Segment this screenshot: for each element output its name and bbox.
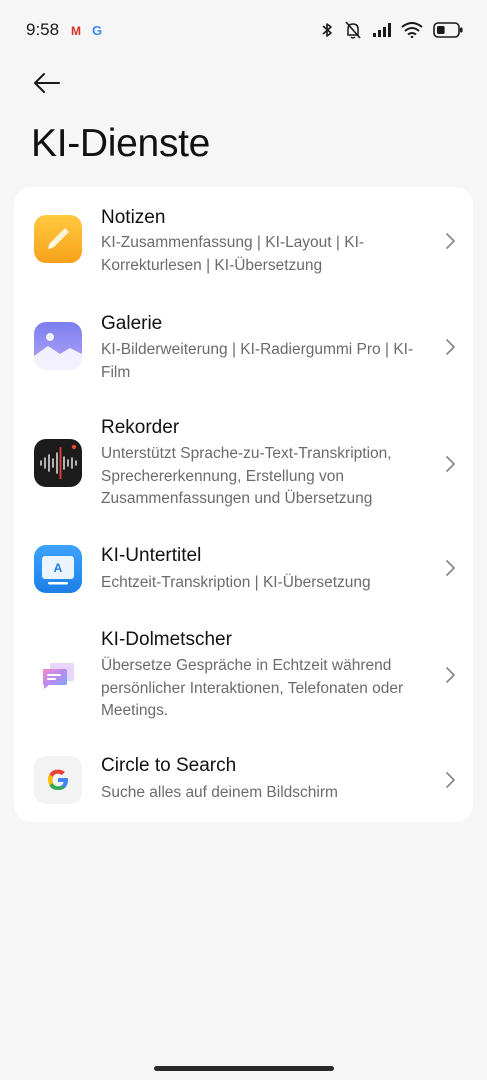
service-item-ki-dolmetscher[interactable]: KI-Dolmetscher Übersetze Gespräche in Ec… <box>14 611 473 739</box>
service-title: KI-Dolmetscher <box>101 629 232 650</box>
chevron-right-icon <box>443 338 457 356</box>
mute-icon <box>343 21 363 39</box>
status-icons <box>321 18 463 42</box>
subtitles-app-icon: A <box>34 545 82 593</box>
service-title: KI-Untertitel <box>101 545 202 566</box>
arrow-left-icon <box>30 73 64 104</box>
bluetooth-icon <box>321 21 333 39</box>
service-title: Circle to Search <box>101 755 237 776</box>
gallery-app-icon <box>34 322 82 370</box>
home-indicator[interactable] <box>154 1066 334 1071</box>
wifi-icon <box>401 22 423 38</box>
status-bar: 9:58 M G <box>0 0 487 60</box>
service-description: Echtzeit-Transkription | KI-Übersetzung <box>101 574 371 591</box>
services-card: Notizen KI-Zusammenfassung | KI-Layout |… <box>14 187 473 822</box>
back-button[interactable] <box>30 66 64 100</box>
service-description: KI-Bilderweiterung | KI-Radiergummi Pro … <box>101 341 414 381</box>
service-title: Rekorder <box>101 417 180 438</box>
chevron-right-icon <box>443 771 457 789</box>
service-title: Notizen <box>101 207 166 228</box>
signal-icon <box>373 23 391 37</box>
recorder-app-icon <box>34 439 82 487</box>
service-item-rekorder[interactable]: Rekorder Unterstützt Sprache-zu-Text-Tra… <box>14 399 473 527</box>
chevron-right-icon <box>443 232 457 250</box>
notes-app-icon <box>34 215 82 263</box>
service-description: Suche alles auf deinem Bildschirm <box>101 784 338 801</box>
service-description: KI-Zusammenfassung | KI-Layout | KI-Korr… <box>101 234 365 274</box>
battery-icon <box>433 22 463 38</box>
service-description: Unterstützt Sprache-zu-Text-Transkriptio… <box>101 445 392 507</box>
service-item-circle-to-search[interactable]: Circle to Search Suche alles auf deinem … <box>14 739 473 822</box>
interpreter-app-icon <box>34 651 82 699</box>
google-app-icon <box>34 756 82 804</box>
chevron-right-icon <box>443 666 457 684</box>
subtitle-letter: A <box>54 561 63 575</box>
service-item-notizen[interactable]: Notizen KI-Zusammenfassung | KI-Layout |… <box>14 187 473 293</box>
service-title: Galerie <box>101 313 163 334</box>
status-time: 9:58 <box>26 20 60 39</box>
service-item-ki-untertitel[interactable]: A KI-Untertitel Echtzeit-Transkription |… <box>14 527 473 611</box>
chevron-right-icon <box>443 559 457 577</box>
google-icon: G <box>92 23 103 38</box>
service-item-galerie[interactable]: Galerie KI-Bilderweiterung | KI-Radiergu… <box>14 293 473 399</box>
chevron-right-icon <box>443 455 457 473</box>
service-description: Übersetze Gespräche in Echtzeit während … <box>101 657 404 719</box>
gmail-icon: M <box>71 24 81 38</box>
page-title: KI-Dienste <box>31 122 211 165</box>
